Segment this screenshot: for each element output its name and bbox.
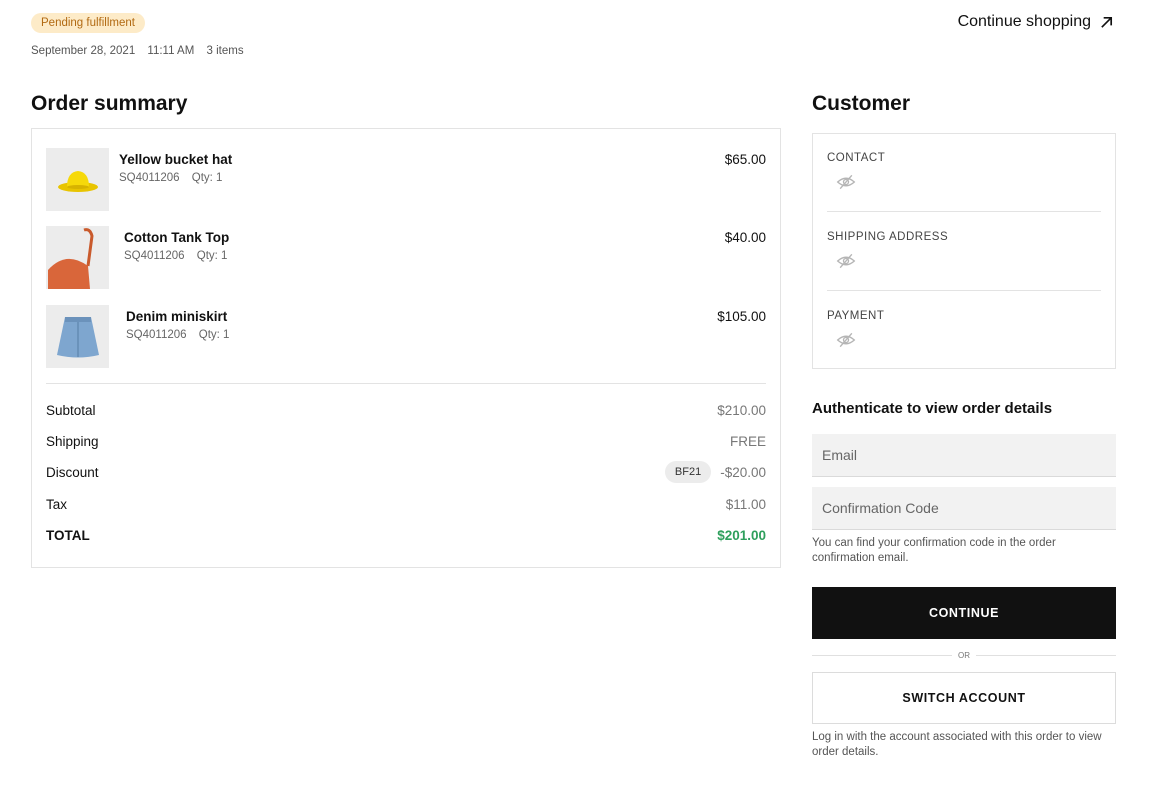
product-image-bucket-hat <box>46 148 109 211</box>
order-meta: September 28, 2021 11:11 AM 3 items <box>31 45 253 57</box>
discount-row: Discount BF21 -$20.00 <box>46 461 766 483</box>
item-name: Denim miniskirt <box>126 309 228 324</box>
product-image-tank-top <box>46 226 109 289</box>
order-item: Cotton Tank Top SQ4011206 Qty: 1 $40.00 <box>46 226 766 290</box>
discount-label: Discount <box>46 464 99 480</box>
item-meta: SQ4011206 Qty: 1 <box>119 172 231 184</box>
summary-divider <box>46 383 766 384</box>
order-items-count: 3 items <box>206 45 244 57</box>
item-sku: SQ4011206 <box>126 329 187 341</box>
switch-account-button[interactable]: SWITCH ACCOUNT <box>812 672 1116 724</box>
subtotal-label: Subtotal <box>46 402 96 418</box>
confirmation-code-field[interactable] <box>812 487 1116 530</box>
contact-section: CONTACT <box>827 152 1101 197</box>
item-sku: SQ4011206 <box>119 172 180 184</box>
item-qty: Qty: 1 <box>198 329 230 341</box>
contact-label: CONTACT <box>827 152 886 164</box>
order-time: 11:11 AM <box>147 45 195 57</box>
product-image-denim-skirt <box>46 305 109 368</box>
shipping-value: FREE <box>729 433 766 449</box>
order-item: Yellow bucket hat SQ4011206 Qty: 1 $65.0… <box>46 148 766 212</box>
item-sku: SQ4011206 <box>124 250 185 262</box>
continue-shopping-link[interactable]: Continue shopping <box>958 13 1114 31</box>
or-separator: OR <box>812 650 1116 662</box>
item-price: $40.00 <box>724 230 766 245</box>
customer-panel: CONTACT SHIPPING ADDRESS PAYMENT <box>812 133 1116 369</box>
auth-title: Authenticate to view order details <box>812 400 1053 417</box>
item-qty: Qty: 1 <box>196 250 228 262</box>
or-label: OR <box>958 651 970 660</box>
total-row: TOTAL $201.00 <box>46 525 766 545</box>
item-meta: SQ4011206 Qty: 1 <box>126 329 238 341</box>
continue-shopping-label: Continue shopping <box>957 13 1091 30</box>
payment-label: PAYMENT <box>827 310 885 322</box>
switch-account-hint: Log in with the account associated with … <box>812 731 1102 758</box>
arrow-up-right-icon <box>1101 16 1113 28</box>
item-qty: Qty: 1 <box>191 172 223 184</box>
status-badge: Pending fulfillment <box>31 13 145 33</box>
customer-title: Customer <box>812 92 911 115</box>
discount-code-chip: BF21 <box>664 461 712 483</box>
shipping-address-section: SHIPPING ADDRESS <box>827 231 1101 276</box>
customer-divider <box>827 211 1101 212</box>
item-price: $105.00 <box>717 309 766 324</box>
tax-row: Tax $11.00 <box>46 494 766 514</box>
discount-info: BF21 -$20.00 <box>664 461 766 483</box>
order-summary-title: Order summary <box>31 92 188 115</box>
order-item: Denim miniskirt SQ4011206 Qty: 1 $105.00 <box>46 305 766 369</box>
subtotal-row: Subtotal $210.00 <box>46 400 766 420</box>
total-value: $201.00 <box>717 527 766 543</box>
order-summary-panel: Yellow bucket hat SQ4011206 Qty: 1 $65.0… <box>31 128 781 568</box>
total-label: TOTAL <box>46 527 90 543</box>
shipping-row: Shipping FREE <box>46 431 766 451</box>
item-price: $65.00 <box>724 152 766 167</box>
payment-section: PAYMENT <box>827 310 1101 355</box>
subtotal-value: $210.00 <box>717 402 766 418</box>
shipping-address-label: SHIPPING ADDRESS <box>827 231 949 243</box>
customer-divider <box>827 290 1101 291</box>
tax-label: Tax <box>46 496 68 512</box>
item-name: Cotton Tank Top <box>124 230 230 245</box>
order-date: September 28, 2021 <box>31 45 136 57</box>
confirmation-code-hint: You can find your confirmation code in t… <box>812 537 1056 564</box>
shipping-label: Shipping <box>46 433 99 449</box>
continue-button[interactable]: CONTINUE <box>812 587 1116 639</box>
item-name: Yellow bucket hat <box>119 152 233 167</box>
tax-value: $11.00 <box>725 496 766 512</box>
item-meta: SQ4011206 Qty: 1 <box>124 250 236 262</box>
eye-off-icon <box>836 174 856 190</box>
email-field[interactable] <box>812 434 1116 477</box>
eye-off-icon <box>836 253 856 269</box>
eye-off-icon <box>836 332 856 348</box>
discount-value: -$20.00 <box>720 464 766 480</box>
